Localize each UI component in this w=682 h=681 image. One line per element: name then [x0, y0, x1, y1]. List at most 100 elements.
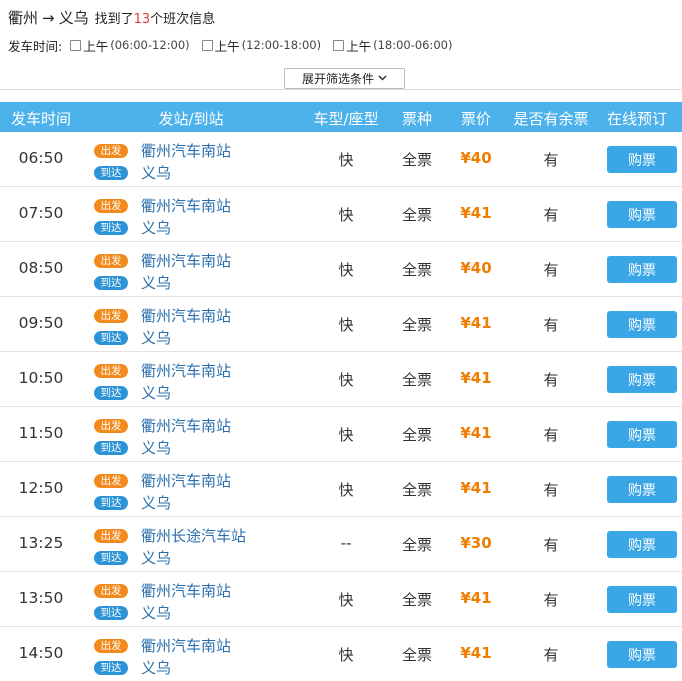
buy-ticket-button[interactable]: 购票 [607, 201, 677, 228]
departure-time: 07:50 [18, 204, 64, 222]
seat-availability: 有 [543, 151, 559, 169]
seat-availability: 有 [543, 206, 559, 224]
arrival-station[interactable]: 义乌 [141, 272, 231, 294]
route-badges: 出发 到达 [94, 199, 128, 243]
filter-option-night[interactable]: 上午 (18:00-06:00) [333, 36, 452, 55]
arrival-station[interactable]: 义乌 [141, 602, 231, 624]
ticket-type: 全票 [401, 151, 432, 169]
ticket-type: 全票 [401, 591, 432, 609]
origin-city: 衢州 [8, 9, 39, 27]
departure-time-filter: 发车时间: 上午 (06:00-12:00) 上午 (12:00-18:00) … [8, 36, 464, 54]
buy-ticket-button[interactable]: 购票 [607, 586, 677, 613]
arrival-station[interactable]: 义乌 [141, 162, 231, 184]
ticket-type: 全票 [401, 536, 432, 554]
seat-availability: 有 [543, 481, 559, 499]
arrival-station[interactable]: 义乌 [141, 217, 231, 239]
destination-city: 义乌 [58, 9, 89, 27]
buy-ticket-button[interactable]: 购票 [607, 146, 677, 173]
route-badges: 出发 到达 [94, 144, 128, 188]
route-arrow: → [42, 9, 55, 27]
departure-badge: 出发 [94, 144, 128, 158]
buy-ticket-button[interactable]: 购票 [607, 476, 677, 503]
ticket-price: ¥41 [460, 644, 492, 662]
arrival-badge: 到达 [94, 661, 128, 675]
table-row: 13:50 出发 到达 衢州汽车南站 义乌 快 全票 ¥41 有 购票 [0, 572, 682, 627]
buy-ticket-button[interactable]: 购票 [607, 311, 677, 338]
ticket-price: ¥30 [460, 534, 492, 552]
departure-badge: 出发 [94, 199, 128, 213]
departure-station[interactable]: 衢州汽车南站 [141, 305, 231, 327]
departure-badge: 出发 [94, 474, 128, 488]
arrival-badge: 到达 [94, 551, 128, 565]
ticket-type: 全票 [401, 206, 432, 224]
departure-time: 13:50 [18, 589, 64, 607]
col-departure-time: 发车时间 [10, 110, 71, 128]
route-badges: 出发 到达 [94, 639, 128, 681]
seat-availability: 有 [543, 261, 559, 279]
checkbox[interactable] [333, 39, 345, 51]
arrival-station[interactable]: 义乌 [141, 492, 231, 514]
ticket-type: 全票 [401, 481, 432, 499]
stations: 衢州汽车南站 义乌 [141, 250, 231, 294]
departure-station[interactable]: 衢州汽车南站 [141, 140, 231, 162]
checkbox[interactable] [201, 39, 213, 51]
col-price: 票价 [460, 110, 491, 128]
route-badges: 出发 到达 [94, 419, 128, 463]
checkbox[interactable] [70, 39, 82, 51]
bus-type: 快 [338, 646, 354, 664]
departure-badge: 出发 [94, 529, 128, 543]
arrival-badge: 到达 [94, 276, 128, 290]
bus-type: 快 [338, 371, 354, 389]
departure-station[interactable]: 衢州汽车南站 [141, 635, 231, 657]
departure-station[interactable]: 衢州汽车南站 [141, 195, 231, 217]
arrival-badge: 到达 [94, 496, 128, 510]
ticket-type: 全票 [401, 261, 432, 279]
buy-ticket-button[interactable]: 购票 [607, 256, 677, 283]
departure-time: 06:50 [18, 149, 64, 167]
table-header: 发车时间 发站/到站 车型/座型 票种 票价 是否有余票 在线预订 [0, 102, 682, 132]
departure-station[interactable]: 衢州汽车南站 [141, 415, 231, 437]
arrival-station[interactable]: 义乌 [141, 382, 231, 404]
buy-ticket-button[interactable]: 购票 [607, 641, 677, 668]
seat-availability: 有 [543, 536, 559, 554]
filter-option-afternoon[interactable]: 上午 (12:00-18:00) [201, 36, 321, 55]
table-row: 13:25 出发 到达 衢州长途汽车站 义乌 -- 全票 ¥30 有 购票 [0, 517, 682, 572]
search-summary: 衢州 → 义乌 找到了13个班次信息 [8, 7, 215, 29]
buy-ticket-button[interactable]: 购票 [607, 531, 677, 558]
departure-station[interactable]: 衢州长途汽车站 [141, 525, 246, 547]
route-badges: 出发 到达 [94, 364, 128, 408]
arrival-station[interactable]: 义乌 [141, 437, 231, 459]
route-badges: 出发 到达 [94, 529, 128, 573]
departure-time: 14:50 [18, 644, 64, 662]
stations: 衢州汽车南站 义乌 [141, 580, 231, 624]
arrival-station[interactable]: 义乌 [141, 547, 246, 569]
bus-type: 快 [338, 316, 354, 334]
ticket-price: ¥41 [460, 369, 492, 387]
buy-ticket-button[interactable]: 购票 [607, 421, 677, 448]
arrival-badge: 到达 [94, 386, 128, 400]
arrival-station[interactable]: 义乌 [141, 327, 231, 349]
expand-filters-button[interactable]: 展开筛选条件 [284, 68, 405, 89]
arrival-station[interactable]: 义乌 [141, 657, 231, 679]
buy-ticket-button[interactable]: 购票 [607, 366, 677, 393]
bus-type: 快 [338, 591, 354, 609]
filter-option-morning[interactable]: 上午 (06:00-12:00) [70, 36, 190, 55]
table-row: 10:50 出发 到达 衢州汽车南站 义乌 快 全票 ¥41 有 购票 [0, 352, 682, 407]
departure-station[interactable]: 衢州汽车南站 [141, 470, 231, 492]
departure-station[interactable]: 衢州汽车南站 [141, 360, 231, 382]
ticket-price: ¥40 [460, 149, 492, 167]
departure-station[interactable]: 衢州汽车南站 [141, 250, 231, 272]
arrival-badge: 到达 [94, 441, 128, 455]
departure-time: 10:50 [18, 369, 64, 387]
departure-station[interactable]: 衢州汽车南站 [141, 580, 231, 602]
ticket-price: ¥40 [460, 259, 492, 277]
ticket-type: 全票 [401, 316, 432, 334]
ticket-price: ¥41 [460, 589, 492, 607]
result-count-text: 找到了13个班次信息 [94, 12, 216, 27]
bus-type: 快 [338, 206, 354, 224]
table-row: 12:50 出发 到达 衢州汽车南站 义乌 快 全票 ¥41 有 购票 [0, 462, 682, 517]
departure-time: 12:50 [18, 479, 64, 497]
bus-type: 快 [338, 151, 354, 169]
arrival-badge: 到达 [94, 221, 128, 235]
table-row: 07:50 出发 到达 衢州汽车南站 义乌 快 全票 ¥41 有 购票 [0, 187, 682, 242]
